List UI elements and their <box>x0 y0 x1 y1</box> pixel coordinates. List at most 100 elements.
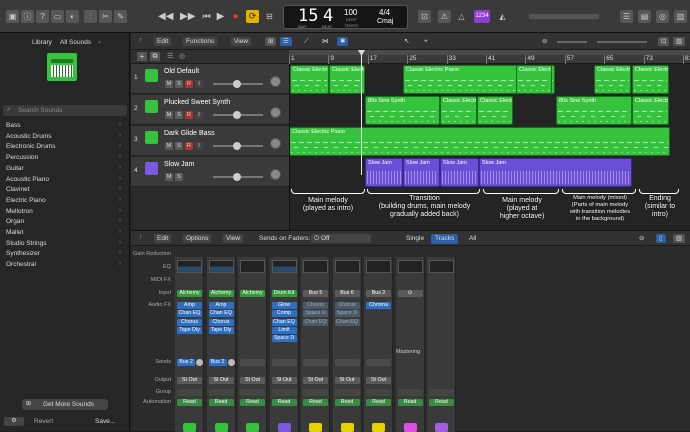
input-slot[interactable]: Bus 6 <box>334 290 360 297</box>
library-item[interactable]: Organ <box>6 218 24 225</box>
eq-thumbnail[interactable] <box>303 260 328 273</box>
tracks-functions-menu[interactable]: Functions <box>183 37 218 46</box>
volume-slider-knob[interactable] <box>233 142 241 150</box>
record-enable-button[interactable]: R <box>185 111 193 119</box>
add-track-button[interactable]: + <box>137 52 147 61</box>
library-item[interactable]: Electronic Drums <box>6 143 55 150</box>
track-header[interactable]: 2 Plucked Sweet Synth M S R I <box>131 95 289 125</box>
group-slot[interactable] <box>397 389 423 396</box>
mute-button[interactable]: M <box>165 111 173 119</box>
library-item[interactable]: Synthesizer <box>6 250 40 257</box>
midi-region[interactable]: Classic Electri <box>632 96 669 125</box>
audio-fx-slot[interactable]: Limit <box>271 326 297 334</box>
single-tab[interactable]: Single <box>406 235 424 242</box>
automation-mode[interactable]: Read <box>366 399 391 406</box>
save-button[interactable]: Save... <box>95 418 115 425</box>
audio-fx-slot[interactable]: Chan EQ <box>303 318 328 326</box>
output-slot[interactable]: St Out <box>177 377 202 384</box>
output-slot[interactable]: St Out <box>303 377 328 384</box>
output-slot[interactable]: St Out <box>208 377 234 384</box>
midi-region[interactable]: Classic Electri <box>594 65 631 94</box>
library-item[interactable]: Bass <box>6 122 20 129</box>
quick-help-icon[interactable]: ? <box>36 10 49 23</box>
library-item[interactable]: Acoustic Drums <box>6 133 52 140</box>
eq-thumbnail[interactable] <box>334 260 360 273</box>
automation-mode[interactable]: Read <box>397 399 423 406</box>
toolbar-icon[interactable]: ▭ <box>51 10 64 23</box>
rewind-icon[interactable]: ◀◀ <box>158 10 173 23</box>
solo-button[interactable]: S <box>175 142 183 150</box>
library-item[interactable]: Guitar <box>6 165 24 172</box>
eq-thumbnail[interactable] <box>177 260 202 273</box>
link-icon[interactable]: ⊙ <box>397 290 423 297</box>
catch-icon[interactable]: ⊞ <box>265 37 277 46</box>
volume-slider-knob[interactable] <box>233 111 241 119</box>
group-slot[interactable] <box>240 389 265 396</box>
send-slot[interactable]: Bus 2 <box>208 359 227 366</box>
output-slot[interactable]: St Out <box>366 377 391 384</box>
pencil-tool-icon[interactable]: + <box>421 37 431 46</box>
waveform-zoom-icon[interactable]: ⊖ <box>539 37 550 46</box>
volume-slider-knob[interactable] <box>233 173 241 181</box>
narrow-view-icon[interactable]: ▯ <box>656 234 666 243</box>
eq-thumbnail[interactable] <box>366 260 391 273</box>
drummer-region[interactable]: Slow Jam <box>440 158 479 187</box>
automation-mode[interactable]: Read <box>240 399 265 406</box>
snap-icon[interactable]: ✱ <box>337 37 349 46</box>
chevron-down-icon[interactable]: ⌄ <box>97 38 102 45</box>
output-slot[interactable]: St Out <box>240 377 265 384</box>
solo-button[interactable]: S <box>175 111 183 119</box>
audio-fx-slot[interactable]: Space D <box>334 310 360 318</box>
input-slot[interactable]: Bus 2 <box>366 290 391 297</box>
library-item[interactable]: Electric Piano <box>6 197 46 204</box>
audio-fx-slot[interactable]: Chorus <box>303 302 328 309</box>
sidebar-toggle-icon[interactable]: ☰ <box>167 52 173 60</box>
automation-icon[interactable]: ⟋ <box>301 37 312 46</box>
replace-icon[interactable]: ⊟ <box>263 10 276 23</box>
pointer-tool-icon[interactable]: ↖ <box>401 37 412 46</box>
midi-region[interactable]: Classic Electric Piano <box>289 127 670 156</box>
send-slot-empty[interactable] <box>240 359 265 366</box>
flex-icon[interactable]: ⋈ <box>319 37 332 46</box>
group-slot[interactable] <box>303 389 328 396</box>
smart-controls-icon[interactable]: ◐ <box>66 10 79 23</box>
audio-fx-slot[interactable]: Chorus <box>177 318 202 326</box>
record-enable-button[interactable]: R <box>185 142 193 150</box>
library-item[interactable]: Acoustic Piano <box>6 176 49 183</box>
group-slot[interactable] <box>429 389 454 396</box>
browsers-icon[interactable]: ▥ <box>674 10 687 23</box>
library-item[interactable]: Percussion <box>6 154 38 161</box>
list-view-icon[interactable]: ☰ <box>280 37 292 46</box>
arrange-area[interactable]: Classic Electri Classic Electri Classic El… <box>289 50 690 230</box>
input-monitor-button[interactable]: I <box>195 111 203 119</box>
mute-button[interactable]: M <box>165 142 173 150</box>
mixer-edit-menu[interactable]: Edit <box>154 234 172 243</box>
metronome-icon[interactable]: △ <box>455 10 468 23</box>
mute-button[interactable]: M <box>165 80 173 88</box>
automation-mode[interactable]: Read <box>177 399 202 406</box>
pan-knob[interactable] <box>270 107 281 118</box>
mute-button[interactable]: M <box>165 173 173 181</box>
send-level-knob[interactable] <box>196 359 203 366</box>
play-icon[interactable]: ▶ <box>214 10 227 23</box>
back-arrow-icon[interactable]: ↑ <box>139 234 143 241</box>
send-slot-empty[interactable] <box>271 359 297 366</box>
library-item[interactable]: Clavinet <box>6 186 29 193</box>
automation-mode[interactable]: Read <box>429 399 454 406</box>
midi-region[interactable]: Classic Electri <box>329 65 365 94</box>
audio-fx-slot[interactable]: Amp <box>208 302 234 309</box>
midi-region[interactable]: Classic Electri <box>477 96 513 125</box>
master-volume-slider[interactable] <box>529 14 599 19</box>
input-slot[interactable]: Alchemy <box>240 290 265 297</box>
send-slot-empty[interactable] <box>366 359 391 366</box>
group-slot[interactable] <box>208 389 234 396</box>
track-header[interactable]: 4 Slow Jam M S <box>131 157 289 187</box>
tuner-icon[interactable]: ⊡ <box>418 10 431 23</box>
library-item[interactable]: Mallet <box>6 229 23 236</box>
eq-thumbnail[interactable] <box>240 260 265 273</box>
midi-region[interactable]: Classic Electri <box>290 65 329 94</box>
duplicate-track-icon[interactable]: ⧉ <box>150 52 160 61</box>
drummer-region[interactable]: Slow Jam <box>403 158 440 187</box>
sends-dropdown[interactable]: ⏻ Off <box>311 234 371 243</box>
send-level-knob[interactable] <box>227 359 235 366</box>
